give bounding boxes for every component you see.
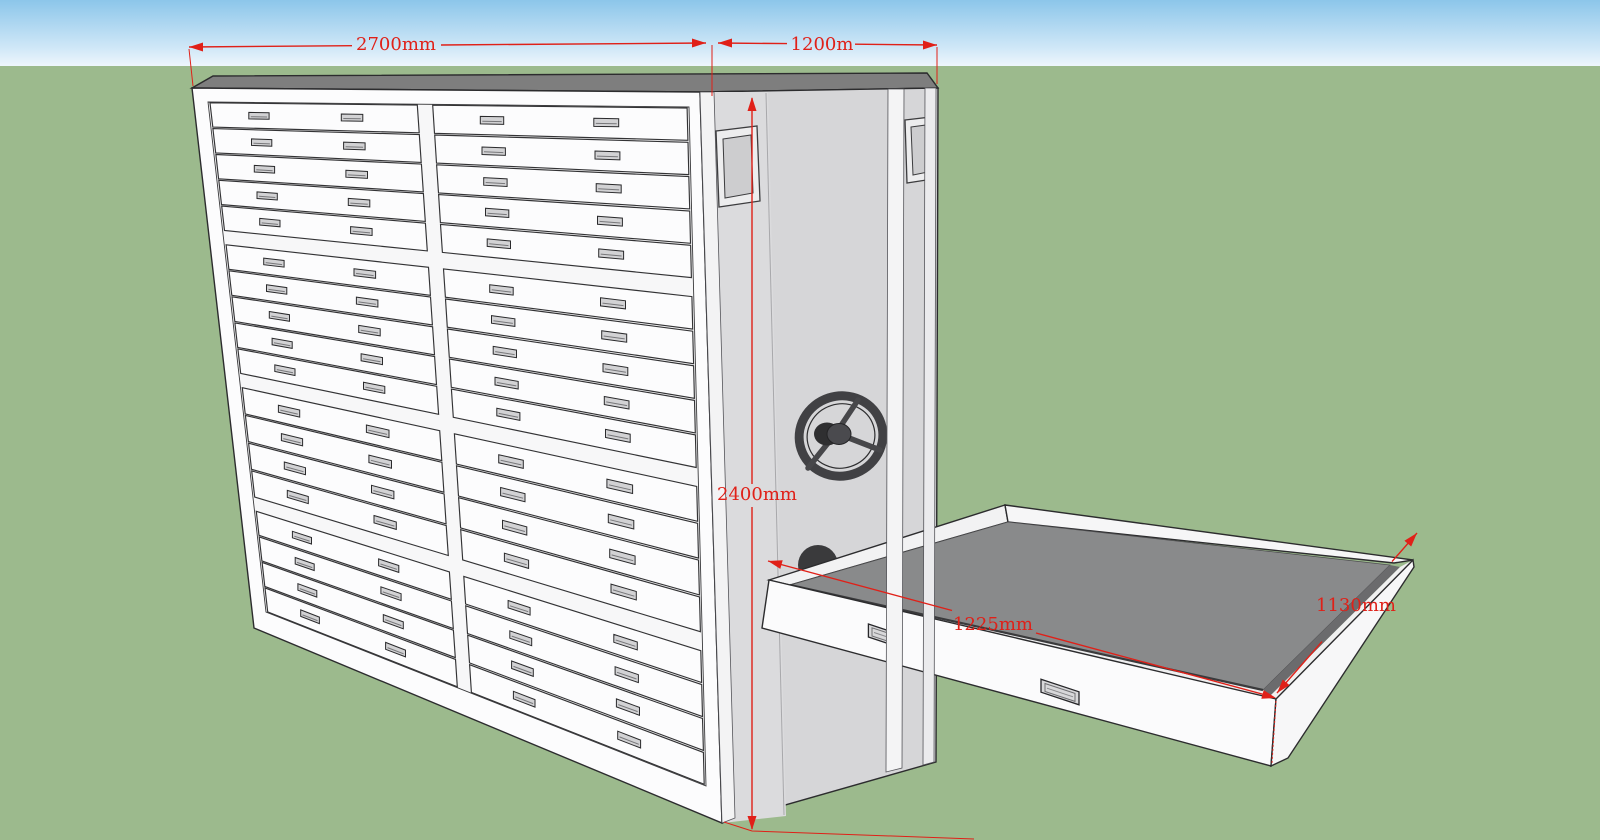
drawer-handle[interactable]	[594, 118, 619, 127]
drawer-handle-groove	[346, 147, 364, 148]
sky	[0, 0, 1600, 66]
wheel-hub	[827, 424, 851, 445]
card-frame-1[interactable]	[716, 126, 760, 207]
dim-label-front-width: 2700mm	[356, 34, 436, 55]
drawer-handle-groove	[597, 156, 618, 157]
drawer-handle[interactable]	[480, 116, 503, 124]
drawer-handle[interactable]	[254, 165, 274, 173]
dim-label-tray-depth: 1130mm	[1316, 595, 1396, 616]
drawer-front[interactable]	[210, 103, 419, 133]
side-rear-stile	[886, 89, 904, 772]
drawer-handle[interactable]	[482, 147, 505, 155]
model-viewport: 2700mm 1200m 2400mm 1225mm 1130mm	[0, 0, 1600, 840]
drawer-handle[interactable]	[346, 170, 368, 178]
drawer-handle-groove	[254, 143, 270, 144]
dim-label-side-depth: 1200m	[791, 34, 854, 55]
side-rear-edge	[923, 88, 936, 765]
drawer-handle[interactable]	[341, 114, 363, 121]
drawer-handle[interactable]	[595, 151, 620, 160]
dim-label-tray-width: 1225mm	[953, 614, 1033, 635]
drawer-handle[interactable]	[252, 139, 272, 146]
drawer-handle[interactable]	[484, 178, 507, 187]
drawer-handle[interactable]	[249, 112, 269, 119]
dim-label-height: 2400mm	[717, 484, 797, 505]
drawer-handle[interactable]	[344, 142, 366, 150]
